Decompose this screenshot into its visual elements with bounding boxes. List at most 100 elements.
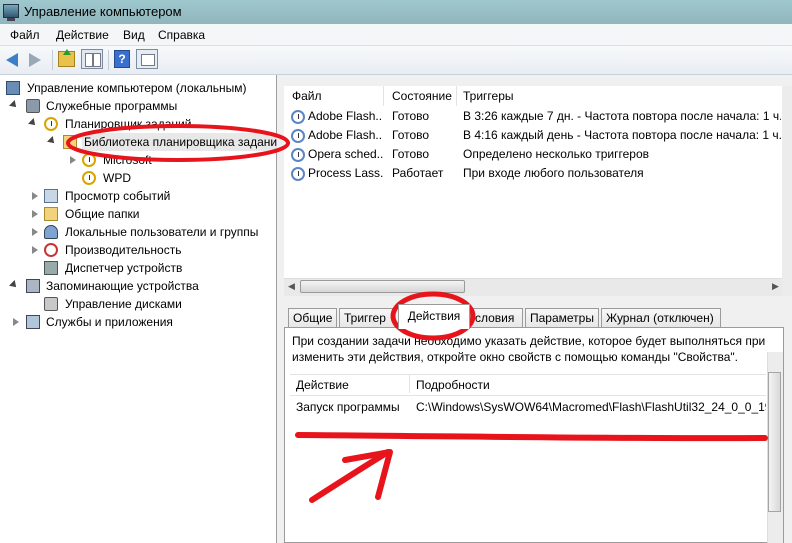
tab-history[interactable]: Журнал (отключен) xyxy=(601,308,721,328)
tree-item-task-scheduler[interactable]: Планировщик заданий xyxy=(0,115,276,133)
tree-item-label: Служебные программы xyxy=(46,99,178,113)
tree-item-performance[interactable]: Производительность xyxy=(0,241,276,259)
arrow-right-icon[interactable] xyxy=(29,53,41,67)
task-file: Adobe Flash... xyxy=(308,128,383,142)
task-state: Готово xyxy=(392,109,430,123)
task-clock-icon xyxy=(291,110,305,124)
vscroll-thumb[interactable] xyxy=(768,372,781,512)
computer-management-icon xyxy=(3,4,19,21)
storage-icon xyxy=(26,279,40,293)
menu-action[interactable]: Действие xyxy=(56,28,109,42)
tree-item-services-apps[interactable]: Службы и приложения xyxy=(0,313,276,331)
clock-icon xyxy=(44,117,58,131)
menu-view[interactable]: Вид xyxy=(123,28,145,42)
tab-general[interactable]: Общие xyxy=(288,308,337,328)
actions-description: При создании задачи необходимо указать д… xyxy=(292,333,768,365)
tab-actions[interactable]: Действия xyxy=(398,304,470,329)
action-details: C:\Windows\SysWOW64\Macromed\Flash\Flash… xyxy=(416,400,766,414)
arrow-left-icon[interactable] xyxy=(6,53,18,67)
expand-arrow-icon[interactable] xyxy=(70,156,76,164)
menu-file[interactable]: Файл xyxy=(10,28,40,42)
title-bar: Управление компьютером xyxy=(0,0,792,24)
column-action[interactable]: Действие xyxy=(296,378,349,392)
scroll-left-icon[interactable]: ◀ xyxy=(288,281,295,292)
tree-item-label: Службы и приложения xyxy=(46,315,173,329)
tab-label: Параметры xyxy=(530,311,594,325)
tree-item-device-manager[interactable]: Диспетчер устройств xyxy=(0,259,276,277)
column-triggers[interactable]: Триггеры xyxy=(463,89,514,103)
task-file: Process Lass... xyxy=(308,166,383,180)
performance-icon xyxy=(44,243,58,257)
expand-arrow-icon[interactable] xyxy=(28,118,38,128)
scroll-right-icon[interactable]: ▶ xyxy=(772,281,779,292)
table-row[interactable]: Adobe Flash... Готово В 3:26 каждые 7 дн… xyxy=(284,107,782,126)
column-state[interactable]: Состояние xyxy=(392,89,452,103)
expand-arrow-icon[interactable] xyxy=(32,210,38,218)
task-clock-icon xyxy=(291,148,305,162)
event-viewer-icon xyxy=(44,189,58,203)
tree-item-shared-folders[interactable]: Общие папки xyxy=(0,205,276,223)
description-line: При создании задачи необходимо указать д… xyxy=(292,334,768,348)
tree-item-label: Планировщик заданий xyxy=(65,117,192,131)
folder-icon xyxy=(82,171,96,185)
tree-item-label: Общие папки xyxy=(65,207,140,221)
console-icon[interactable] xyxy=(136,49,158,69)
tree-item-label: Microsoft xyxy=(103,153,152,167)
tab-conditions[interactable]: словия xyxy=(470,308,523,328)
tree-item-scheduler-library[interactable]: Библиотека планировщика заданий xyxy=(0,133,286,151)
show-hide-tree-icon[interactable] xyxy=(81,49,103,69)
description-line: изменить эти действия, откройте окно сво… xyxy=(292,350,739,364)
expand-arrow-icon[interactable] xyxy=(32,192,38,200)
properties-tabs: Общие Триггер Действия словия Параметры … xyxy=(284,304,784,329)
table-row[interactable]: Process Lass... Работает При входе любог… xyxy=(284,164,782,183)
menu-help[interactable]: Справка xyxy=(158,28,205,42)
toolbar-separator xyxy=(52,50,53,70)
expand-arrow-icon[interactable] xyxy=(13,318,19,326)
task-list-vscrollbar[interactable] xyxy=(782,86,792,296)
expand-arrow-icon[interactable] xyxy=(47,136,57,146)
window-title: Управление компьютером xyxy=(24,4,182,19)
table-row[interactable]: Adobe Flash... Готово В 4:16 каждый день… xyxy=(284,126,782,145)
tab-label: Действия xyxy=(407,309,461,323)
task-clock-icon xyxy=(291,129,305,143)
tree-item-label: WPD xyxy=(103,171,131,185)
tree-item-system-tools[interactable]: Служебные программы xyxy=(0,97,276,115)
tree-item-storage[interactable]: Запоминающие устройства xyxy=(0,277,276,295)
tree-item-event-viewer[interactable]: Просмотр событий xyxy=(0,187,276,205)
help-icon[interactable]: ? xyxy=(114,50,130,68)
tree-item-wpd[interactable]: WPD xyxy=(0,169,276,187)
tree-item-disk-management[interactable]: Управление дисками xyxy=(0,295,276,313)
task-file: Adobe Flash... xyxy=(308,109,383,123)
folder-icon xyxy=(63,135,77,149)
expand-arrow-icon[interactable] xyxy=(9,280,19,290)
tab-label: Триггер xyxy=(344,311,386,325)
hscroll-thumb[interactable] xyxy=(300,280,465,293)
device-manager-icon xyxy=(44,261,58,275)
task-state: Готово xyxy=(392,128,430,142)
task-clock-icon xyxy=(291,167,305,181)
expand-arrow-icon[interactable] xyxy=(9,100,19,110)
column-details[interactable]: Подробности xyxy=(416,378,490,392)
column-divider[interactable] xyxy=(456,86,457,106)
expand-arrow-icon[interactable] xyxy=(32,246,38,254)
tree-item-microsoft[interactable]: Microsoft xyxy=(0,151,276,169)
action-type: Запуск программы xyxy=(296,400,400,414)
users-icon xyxy=(44,225,58,239)
tree-item-computer-management[interactable]: Управление компьютером (локальным) xyxy=(0,79,276,97)
task-state: Работает xyxy=(392,166,444,180)
tab-label: Журнал (отключен) xyxy=(606,311,714,325)
tree-item-local-users[interactable]: Локальные пользователи и группы xyxy=(0,223,276,241)
tab-label: словия xyxy=(475,311,515,325)
table-row[interactable]: Opera sched... Готово Определено несколь… xyxy=(284,145,782,164)
column-divider[interactable] xyxy=(409,375,410,393)
task-state: Готово xyxy=(392,147,430,161)
tab-settings[interactable]: Параметры xyxy=(525,308,599,328)
services-icon xyxy=(26,315,40,329)
tab-triggers[interactable]: Триггер xyxy=(339,308,395,328)
folder-up-icon[interactable] xyxy=(58,49,75,67)
task-file: Opera sched... xyxy=(308,147,383,161)
column-file[interactable]: Файл xyxy=(292,89,322,103)
expand-arrow-icon[interactable] xyxy=(32,228,38,236)
table-row[interactable]: Запуск программы C:\Windows\SysWOW64\Mac… xyxy=(290,398,766,416)
column-divider[interactable] xyxy=(383,86,384,106)
